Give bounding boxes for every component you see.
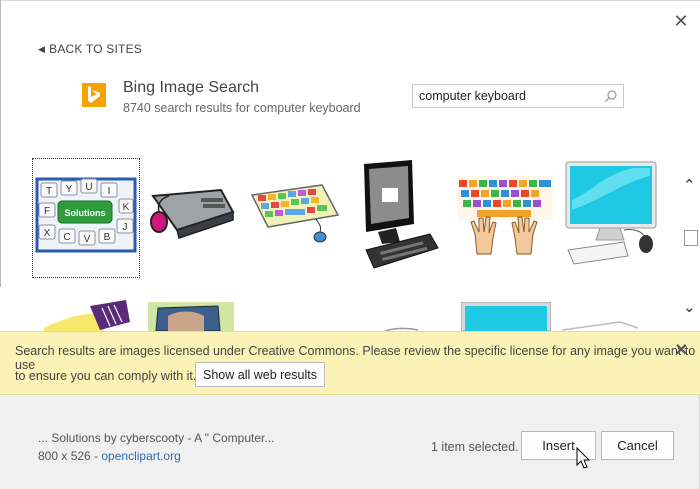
selected-image-details: 800 x 526 - openclipart.org <box>38 449 181 463</box>
bing-logo-icon <box>82 83 106 107</box>
search-field[interactable] <box>412 84 624 108</box>
svg-text:T: T <box>46 186 52 197</box>
result-computer-monitor-bw[interactable] <box>360 160 440 270</box>
frame-left-edge <box>0 0 1 287</box>
back-to-sites-label: BACK TO SITES <box>49 42 142 56</box>
selected-image-caption: ... Solutions by cyberscooty - A " Compu… <box>38 431 275 445</box>
search-icon[interactable] <box>604 89 618 103</box>
dismiss-notice-icon[interactable]: ✕ <box>675 340 688 360</box>
svg-text:I: I <box>108 186 111 197</box>
frame-top-edge <box>0 0 700 1</box>
image-source-link[interactable]: openclipart.org <box>101 449 180 463</box>
cancel-button[interactable]: Cancel <box>601 431 674 460</box>
show-all-web-results-button[interactable]: Show all web results <box>195 362 325 387</box>
result-row2-4[interactable] <box>461 302 551 331</box>
license-notice-bar: Search results are images licensed under… <box>0 331 700 395</box>
svg-text:F: F <box>44 206 50 217</box>
svg-text:K: K <box>123 202 130 213</box>
result-row2-1[interactable] <box>44 300 130 331</box>
back-to-sites-link[interactable]: ◀ BACK TO SITES <box>38 42 142 56</box>
chevron-left-icon: ◀ <box>38 44 46 54</box>
result-colorful-keyboard[interactable] <box>248 179 340 247</box>
scroll-down-icon[interactable]: ⌄ <box>683 298 696 316</box>
svg-text:B: B <box>104 232 111 243</box>
bing-b-glyph <box>88 86 100 103</box>
result-row2-5[interactable] <box>560 318 640 331</box>
result-row2-3[interactable] <box>378 322 420 331</box>
result-row2-2[interactable] <box>148 302 234 331</box>
close-icon[interactable]: ✕ <box>672 12 690 30</box>
result-cyan-monitor[interactable] <box>564 160 658 266</box>
notice-text-line1: Search results are images licensed under… <box>15 344 696 372</box>
svg-text:Y: Y <box>66 184 73 195</box>
scrollbar-thumb[interactable] <box>684 230 698 246</box>
svg-text:J: J <box>123 222 128 233</box>
svg-text:U: U <box>85 182 92 193</box>
mouse-pointer-icon <box>576 447 591 469</box>
image-dimensions: 800 x 526 - <box>38 449 102 463</box>
selection-status: 1 item selected. <box>431 440 519 454</box>
dialog-footer: ... Solutions by cyberscooty - A " Compu… <box>0 395 700 489</box>
result-count: 8740 search results for computer keyboar… <box>123 101 361 115</box>
svg-text:Solutions: Solutions <box>65 208 106 218</box>
search-input[interactable] <box>413 85 599 107</box>
result-keyboard-mouse-gray[interactable] <box>147 176 237 244</box>
result-keyboard-hands[interactable] <box>455 174 555 256</box>
scroll-up-icon[interactable]: ⌃ <box>683 176 696 194</box>
svg-text:C: C <box>63 232 70 243</box>
notice-text-line2: to ensure you can comply with it. <box>15 369 197 383</box>
provider-title: Bing Image Search <box>123 79 260 96</box>
svg-text:V: V <box>84 234 91 245</box>
result-solutions-keyboard[interactable]: T Y U I K FX C V B J Solutions <box>32 158 140 278</box>
svg-text:X: X <box>44 228 51 239</box>
